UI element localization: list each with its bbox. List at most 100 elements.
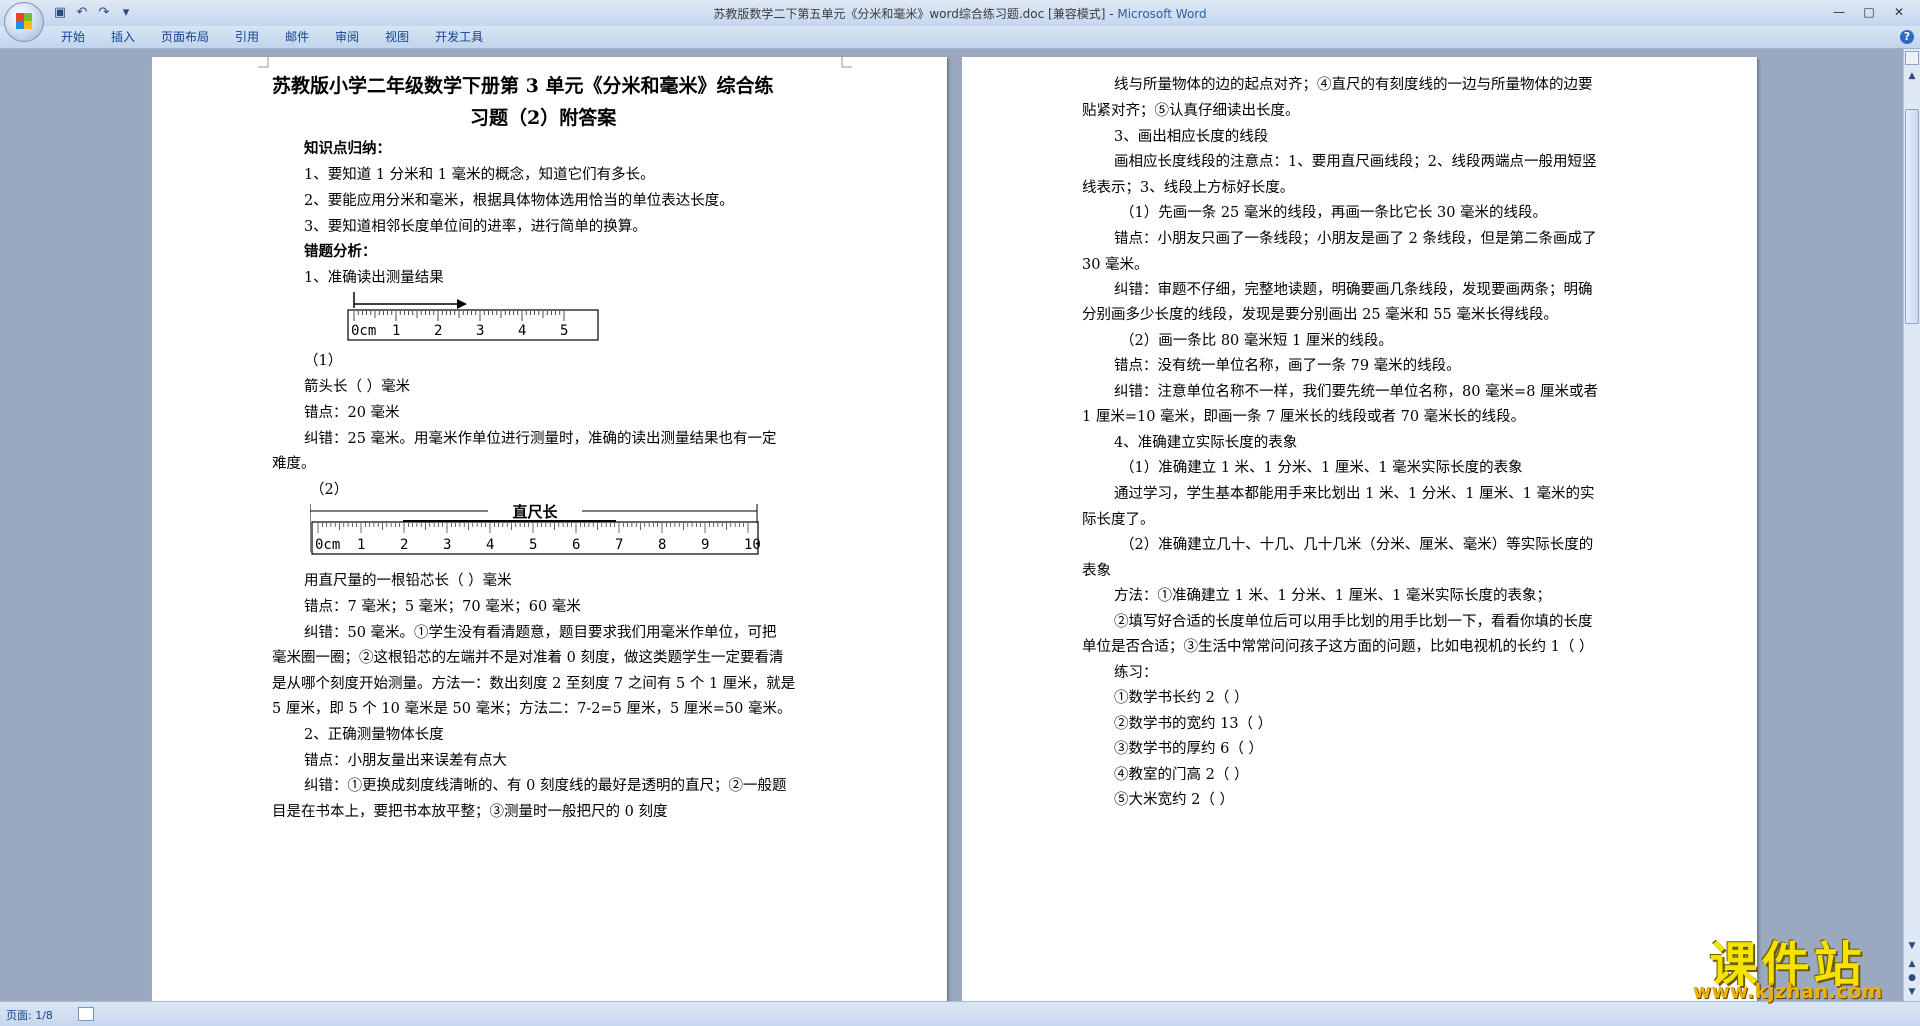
paragraph: 方法：①准确建立 1 米、1 分米、1 厘米、1 毫米实际长度的表象； [1114,588,1551,604]
ruler-label: 0cm [351,323,376,339]
scrollbar-thumb[interactable] [1905,109,1919,324]
ruler-label: 9 [701,537,709,553]
ruler-label: 0cm [315,537,340,553]
paragraph: 错点：20 毫米 [304,405,400,421]
watermark-url: www.kjzhan.com [1692,979,1883,1003]
ribbon-tab-bar: 开始 插入 页面布局 引用 邮件 审阅 视图 开发工具 ? [0,26,1920,49]
ruler-label: 4 [486,537,494,553]
paragraph: 难度。 [272,456,316,472]
ruler-label: 5 [529,537,537,553]
tab-view[interactable]: 视图 [372,29,422,45]
document-title: 苏教版数学二下第五单元《分米和毫米》word综合练习题.doc [兼容模式] - [713,7,1118,21]
ruler-label: 1 [392,323,400,339]
tab-home[interactable]: 开始 [48,29,98,45]
select-browse-object-icon[interactable]: ● [1905,971,1919,985]
paragraph: ④教室的门高 2（ ） [1114,767,1249,783]
next-page-icon[interactable]: ▼ [1905,985,1919,999]
paragraph: 用直尺量的一根铅芯长（ ）毫米 [304,573,512,589]
paragraph: 纠错：注意单位名称不一样，我们要先统一单位名称，80 毫米=8 厘米或者 [1114,384,1599,400]
paragraph: 1 厘米=10 毫米，即画一条 7 厘米长的线段或者 70 毫米长的线段。 [1082,409,1526,425]
minimize-button[interactable]: — [1824,2,1854,22]
scroll-up-arrow-icon[interactable]: ▲ [1905,69,1919,83]
page-1: 苏教版小学二年级数学下册第 3 单元《分米和毫米》综合练 习题（2）附答案 知识… [152,57,947,1001]
paragraph: 线与所量物体的边的起点对齐；④直尺的有刻度线的一边与所量物体的边要 [1114,77,1593,93]
paragraph: 线表示；3、线段上方标好长度。 [1082,180,1295,196]
close-button[interactable]: ✕ [1884,2,1914,22]
tab-references[interactable]: 引用 [222,29,272,45]
app-name: Microsoft Word [1117,7,1207,21]
ruler-label: 2 [400,537,408,553]
ruler-figure-2: 直尺长 0cm 1 2 3 4 5 6 7 8 9 10 [310,503,761,555]
previous-page-icon[interactable]: ▲ [1905,957,1919,971]
paragraph: 分别画多少长度的线段，发现是要分别画出 25 毫米和 55 毫米长得线段。 [1082,307,1558,323]
scroll-down-arrow-icon[interactable]: ▼ [1905,939,1919,953]
maximize-button[interactable]: □ [1854,2,1884,22]
paragraph: （1）先画一条 25 毫米的线段，再画一条比它长 30 毫米的线段。 [1120,205,1548,221]
ruler-label: 5 [560,323,568,339]
tab-review[interactable]: 审阅 [322,29,372,45]
document-area: 苏教版小学二年级数学下册第 3 单元《分米和毫米》综合练 习题（2）附答案 知识… [0,49,1904,1001]
ruler-label: 7 [615,537,623,553]
crop-mark [841,57,852,68]
ruler-figure-1: 0cm 1 2 3 4 5 [347,292,599,341]
status-bar: 页面: 1/8 [0,1001,1920,1026]
paragraph: ②数学书的宽约 13（ ） [1114,716,1273,732]
tab-page-layout[interactable]: 页面布局 [148,29,222,45]
paragraph: 通过学习，学生基本都能用手来比划出 1 米、1 分米、1 厘米、1 毫米的实 [1114,486,1595,502]
paragraph: 3、画出相应长度的线段 [1114,129,1269,145]
paragraph: （1）准确建立 1 米、1 分米、1 厘米、1 毫米实际长度的表象 [1120,460,1523,476]
ruler-label: 3 [476,323,484,339]
paragraph: （1） [304,353,343,369]
paragraph: 3、要知道相邻长度单位间的进率，进行简单的换算。 [304,219,647,235]
ruler-label: 1 [357,537,365,553]
proofing-errors-icon[interactable] [78,1007,94,1021]
paragraph: 练习： [1114,665,1158,681]
paragraph: 5 厘米，即 5 个 10 毫米是 50 毫米；方法二：7-2=5 厘米，5 厘… [272,701,792,717]
ruler-label: 8 [658,537,666,553]
paragraph: 纠错：审题不仔细，完整地读题，明确要画几条线段，发现要画两条；明确 [1114,282,1593,298]
paragraph: 知识点归纳： [304,140,391,157]
office-logo-icon [16,13,32,29]
paragraph: ⑤大米宽约 2（ ） [1114,792,1234,808]
tab-developer[interactable]: 开发工具 [422,29,496,45]
paragraph: 际长度了。 [1082,512,1155,528]
paragraph: ②填写好合适的长度单位后可以用手比划的用手比划一下，看看你填的长度 [1114,614,1593,630]
ruler-label: 2 [434,323,442,339]
window-title: 苏教版数学二下第五单元《分米和毫米》word综合练习题.doc [兼容模式] -… [0,5,1920,22]
help-icon[interactable]: ? [1900,30,1914,44]
page-number-indicator[interactable]: 页面: 1/8 [6,1007,53,1023]
paragraph: 错点：没有统一单位名称，画了一条 79 毫米的线段。 [1114,358,1461,374]
paragraph: ①数学书长约 2（ ） [1114,690,1249,706]
paragraph: ③数学书的厚约 6（ ） [1114,741,1263,757]
paragraph: 纠错：①更换成刻度线清晰的、有 0 刻度线的最好是透明的直尺；②一般题 [304,778,787,794]
paragraph: 毫米圈一圈；②这根铅芯的左端并不是对准着 0 刻度，做这类题学生一定要看清 [272,650,784,666]
vertical-scrollbar[interactable]: ▲ ▼ ▲ ● ▼ [1903,49,1920,1001]
document-title-line-1: 苏教版小学二年级数学下册第 3 单元《分米和毫米》综合练 [272,75,774,97]
paragraph: 错点：小朋友量出来误差有点大 [304,753,507,769]
paragraph: 错点：7 毫米；5 毫米；70 毫米；60 毫米 [304,599,581,615]
tab-mailings[interactable]: 邮件 [272,29,322,45]
tab-insert[interactable]: 插入 [98,29,148,45]
ruler-label: 4 [518,323,526,339]
paragraph: （2）准确建立几十、十几、几十几米（分米、厘米、毫米）等实际长度的 [1120,537,1594,553]
paragraph: 单位是否合适；③生活中常常问问孩子这方面的问题，比如电视机的长约 1（ ） [1082,639,1594,655]
paragraph: 错题分析： [304,243,377,260]
paragraph: （2）画一条比 80 毫米短 1 厘米的线段。 [1120,333,1393,349]
ruler-label: 6 [572,537,580,553]
paragraph: 错点：小朋友只画了一条线段；小朋友是画了 2 条线段，但是第二条画成了 [1114,231,1597,247]
title-bar: ▣ ↶ ↷ ▾ 苏教版数学二下第五单元《分米和毫米》word综合练习题.doc … [0,0,1920,26]
paragraph: 贴紧对齐；⑤认真仔细读出长度。 [1082,103,1300,119]
ruler-2-caption: 直尺长 [512,503,558,521]
view-ruler-button[interactable] [1905,51,1919,65]
ruler-label: 10 [744,537,761,553]
paragraph: （2） [310,482,349,498]
crop-mark [258,57,269,68]
paragraph: 纠错：50 毫米。①学生没有看清题意，题目要求我们用毫米作单位，可把 [304,625,777,641]
window-controls: — □ ✕ [1824,2,1914,22]
paragraph: 4、准确建立实际长度的表象 [1114,435,1298,451]
paragraph: 纠错：25 毫米。用毫米作单位进行测量时，准确的读出测量结果也有一定 [304,431,777,447]
page-2: 线与所量物体的边的起点对齐；④直尺的有刻度线的一边与所量物体的边要 贴紧对齐；⑤… [962,57,1757,1001]
paragraph: 1、要知道 1 分米和 1 毫米的概念，知道它们有多长。 [304,167,655,183]
paragraph: 目是在书本上，要把书本放平整；③测量时一般把尺的 0 刻度 [272,804,668,820]
office-button[interactable] [4,2,44,42]
